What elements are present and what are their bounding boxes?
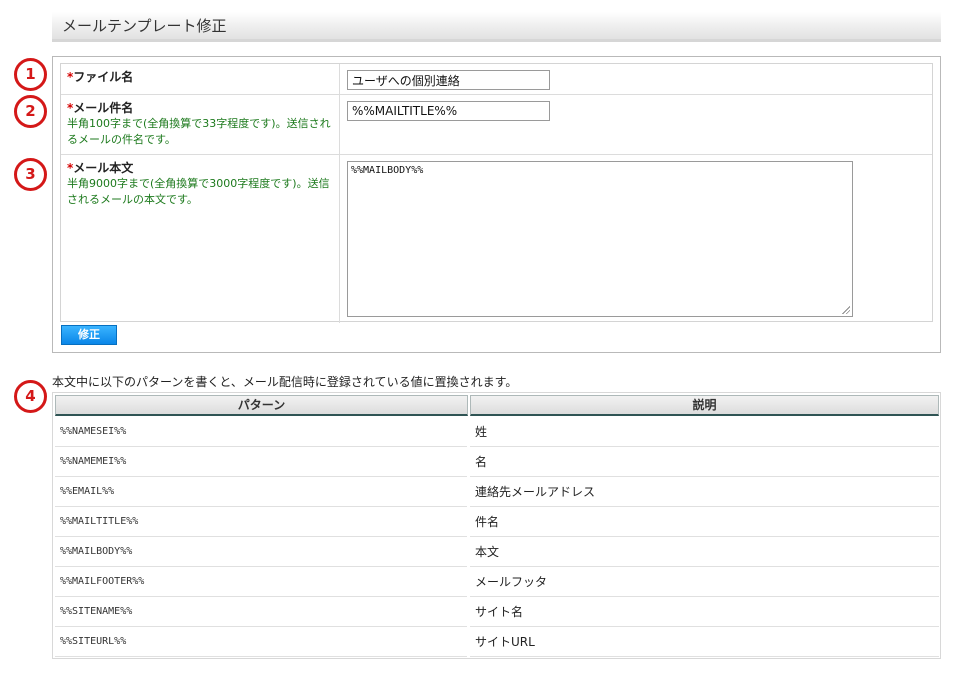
description-cell: 連絡先メールアドレス: [470, 478, 939, 507]
subject-hint: 半角100字まで(全角換算で33字程度です)。送信されるメールの件名です。: [67, 117, 331, 146]
body-label-text: メール本文: [73, 161, 134, 175]
pattern-column-header: パターン: [55, 395, 468, 416]
pattern-cell: %%MAILTITLE%%: [55, 508, 467, 537]
body-hint: 半角9000字まで(全角換算で3000字程度です)。送信されるメールの本文です。: [67, 177, 330, 206]
pattern-cell: %%NAMEMEI%%: [55, 448, 467, 477]
body-value-cell: %%MAILBODY%%: [341, 155, 932, 323]
pattern-cell: %%NAMESEI%%: [55, 418, 467, 447]
description-column-header: 説明: [470, 395, 939, 416]
form-table: *ファイル名 *メール件名 半角100字まで(全角換算で33字程度です)。送信さ…: [60, 63, 933, 323]
table-row: %%MAILFOOTER%% メールフッタ: [53, 568, 940, 598]
table-row: %%SITENAME%% サイト名: [53, 598, 940, 628]
description-cell: 本文: [470, 538, 939, 567]
pattern-cell: %%EMAIL%%: [55, 478, 467, 507]
pattern-cell: %%SITEURL%%: [55, 628, 467, 657]
table-row: %%NAMEMEI%% 名: [53, 448, 940, 478]
filename-label-text: ファイル名: [73, 70, 134, 84]
table-row: %%MAILBODY%% 本文: [53, 538, 940, 568]
page-title: メールテンプレート修正: [52, 12, 941, 42]
subject-row: *メール件名 半角100字まで(全角換算で33字程度です)。送信されるメールの件…: [61, 95, 932, 155]
subject-label-text: メール件名: [73, 101, 134, 115]
description-cell: サイト名: [470, 598, 939, 627]
table-row: %%SITEURL%% サイトURL: [53, 628, 940, 658]
filename-label-cell: *ファイル名: [61, 64, 340, 94]
body-label-cell: *メール本文 半角9000字まで(全角換算で3000字程度です)。送信されるメー…: [61, 155, 340, 323]
filename-input[interactable]: [347, 70, 550, 90]
template-edit-form: *ファイル名 *メール件名 半角100字まで(全角換算で33字程度です)。送信さ…: [52, 56, 941, 353]
pattern-intro-text: 本文中に以下のパターンを書くと、メール配信時に登録されている値に置換されます。: [52, 375, 518, 389]
table-row: %%MAILTITLE%% 件名: [53, 508, 940, 538]
table-row: %%EMAIL%% 連絡先メールアドレス: [53, 478, 940, 508]
resize-grip-icon[interactable]: [842, 306, 850, 314]
filename-label: *ファイル名: [67, 69, 333, 85]
annotation-marker-3: 3: [14, 158, 47, 191]
body-label: *メール本文: [67, 160, 333, 176]
description-cell: サイトURL: [470, 628, 939, 657]
body-row: *メール本文 半角9000字まで(全角換算で3000字程度です)。送信されるメー…: [61, 155, 932, 323]
table-row: %%NAMESEI%% 姓: [53, 418, 940, 448]
annotation-marker-1: 1: [14, 58, 47, 91]
annotation-marker-4: 4: [14, 380, 47, 413]
pattern-cell: %%MAILBODY%%: [55, 538, 467, 567]
submit-button[interactable]: 修正: [61, 325, 117, 345]
description-cell: 名: [470, 448, 939, 477]
annotation-marker-2: 2: [14, 95, 47, 128]
description-cell: 件名: [470, 508, 939, 537]
pattern-table: パターン 説明 %%NAMESEI%% 姓 %%NAMEMEI%% 名 %%EMAIL%…: [52, 392, 941, 659]
subject-label: *メール件名: [67, 100, 333, 116]
description-cell: メールフッタ: [470, 568, 939, 597]
filename-row: *ファイル名: [61, 64, 932, 95]
pattern-cell: %%SITENAME%%: [55, 598, 467, 627]
subject-value-cell: [341, 95, 932, 154]
subject-label-cell: *メール件名 半角100字まで(全角換算で33字程度です)。送信されるメールの件…: [61, 95, 340, 154]
description-cell: 姓: [470, 418, 939, 447]
pattern-cell: %%MAILFOOTER%%: [55, 568, 467, 597]
subject-input[interactable]: [347, 101, 550, 121]
body-textarea[interactable]: %%MAILBODY%%: [347, 161, 853, 317]
filename-value-cell: [341, 64, 932, 94]
